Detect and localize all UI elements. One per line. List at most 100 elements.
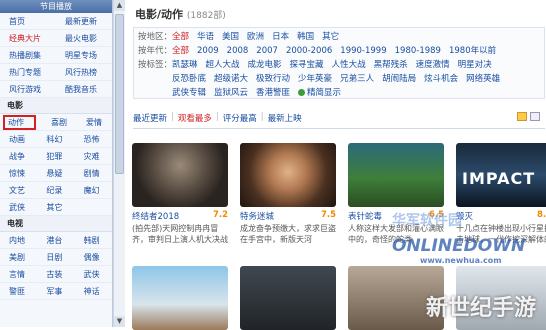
movie-title[interactable]: 终结者2018 — [132, 210, 179, 222]
filter-option[interactable]: 极致行动 — [256, 72, 290, 86]
filter-option[interactable]: 明星对决 — [458, 58, 492, 72]
filter-option[interactable]: 炫斗机会 — [424, 72, 458, 86]
movie-genre-link[interactable]: 剧情 — [75, 168, 112, 179]
filter-option[interactable]: 探寻宝藏 — [290, 58, 324, 72]
tv-genre-link[interactable]: 日剧 — [37, 252, 74, 263]
filter-option[interactable]: 全部 — [172, 30, 189, 44]
movie-card[interactable] — [456, 266, 546, 330]
movie-poster[interactable] — [240, 266, 336, 330]
movie-card[interactable] — [240, 266, 336, 330]
filter-option[interactable]: 1980-1989 — [395, 44, 441, 58]
movie-poster[interactable] — [132, 143, 228, 207]
movie-genre-link[interactable]: 科幻 — [37, 134, 74, 145]
movie-title[interactable]: 特务迷城 — [240, 210, 274, 222]
filter-option[interactable]: 日本 — [272, 30, 289, 44]
filter-option[interactable]: 1990-1999 — [340, 44, 386, 58]
tab-3[interactable]: 最新上映 — [268, 112, 302, 124]
movie-genre-link[interactable]: 魔幻 — [75, 185, 112, 196]
movie-genre-link[interactable]: 犯罪 — [37, 151, 74, 162]
filter-option[interactable]: 美国 — [222, 30, 239, 44]
filter-option[interactable]: 速度激情 — [416, 58, 450, 72]
filter-option[interactable]: 全部 — [172, 44, 189, 58]
scroll-thumb[interactable] — [115, 14, 124, 174]
movie-genre-link[interactable]: 爱情 — [77, 117, 112, 128]
movie-genre-link[interactable]: 动作 — [3, 114, 36, 130]
filter-option[interactable]: 2008 — [227, 44, 249, 58]
filter-option[interactable]: 2009 — [197, 44, 219, 58]
filter-option[interactable]: 2007 — [256, 44, 278, 58]
sidebar-link[interactable]: 风行游戏 — [0, 84, 56, 95]
sidebar-link[interactable]: 经典大片 — [0, 33, 56, 44]
movie-poster[interactable] — [132, 266, 228, 330]
movie-poster[interactable] — [456, 266, 546, 330]
movie-poster[interactable] — [240, 143, 336, 207]
filter-option[interactable]: 1980年以前 — [449, 44, 496, 58]
sidebar-link[interactable]: 明星专场 — [56, 50, 112, 61]
filter-option[interactable]: 兄弟三人 — [340, 72, 374, 86]
filter-option[interactable]: 胡闹陆局 — [382, 72, 416, 86]
tv-genre-link[interactable]: 内地 — [0, 235, 37, 246]
movie-genre-link[interactable]: 灾难 — [75, 151, 112, 162]
movie-card[interactable]: 终结者2018 7.2 (拍先部)天网控制冉冉冒齐，审判日上演人机大决战 — [132, 143, 228, 245]
tv-genre-link[interactable]: 军事 — [37, 286, 74, 297]
filter-option[interactable]: 监狱风云 — [214, 86, 248, 100]
movie-card[interactable]: 特务迷城 7.5 成龙奋争预缴大，求求巨盗在手宫中，新版天河 — [240, 143, 336, 245]
filter-option[interactable]: 超级诺大 — [214, 72, 248, 86]
grid-view-icon[interactable] — [517, 112, 527, 121]
filter-option[interactable]: 武侠专辑 — [172, 86, 206, 100]
filter-option[interactable]: 凯瑟琳 — [172, 58, 198, 72]
scroll-down-arrow-icon[interactable]: ▼ — [114, 316, 125, 327]
filter-option[interactable]: 反恐卧底 — [172, 72, 206, 86]
filter-option[interactable]: 欧洲 — [247, 30, 264, 44]
tv-genre-link[interactable]: 神话 — [75, 286, 112, 297]
movie-poster[interactable] — [348, 143, 444, 207]
filter-option[interactable]: 韩国 — [297, 30, 314, 44]
tv-genre-link[interactable]: 偶像 — [75, 252, 112, 263]
sidebar-link[interactable]: 风行热榜 — [56, 67, 112, 78]
movie-poster[interactable] — [348, 266, 444, 330]
filter-option[interactable]: 成龙电影 — [248, 58, 282, 72]
movie-card[interactable] — [348, 266, 444, 330]
movie-genre-link[interactable]: 恐怖 — [75, 134, 112, 145]
sidebar-link[interactable]: 最新更新 — [56, 16, 112, 27]
movie-genre-link[interactable]: 战争 — [0, 151, 37, 162]
filter-option[interactable]: 其它 — [322, 30, 339, 44]
movie-title[interactable]: 毁灭 — [456, 210, 473, 222]
movie-card[interactable]: IMPACT 毁灭 8.2 十几点在钟楼出现小行星撞击地球，一代作挖深解体的 — [456, 143, 546, 245]
movie-genre-link[interactable]: 喜剧 — [42, 117, 77, 128]
filter-option[interactable]: 香港警匪 — [256, 86, 290, 100]
movie-genre-link[interactable]: 悬疑 — [37, 168, 74, 179]
sidebar-link[interactable]: 热门专题 — [0, 67, 56, 78]
movie-genre-link[interactable]: 纪录 — [37, 185, 74, 196]
filter-option[interactable]: 网络英雄 — [466, 72, 500, 86]
movie-genre-link[interactable]: 其它 — [37, 202, 74, 213]
movie-genre-link[interactable]: 武侠 — [0, 202, 37, 213]
sidebar-link[interactable]: 首页 — [0, 16, 56, 27]
movie-card[interactable] — [132, 266, 228, 330]
filter-option[interactable]: 超人大战 — [206, 58, 240, 72]
list-view-icon[interactable] — [530, 112, 540, 121]
tv-genre-link[interactable]: 古装 — [37, 269, 74, 280]
movie-card[interactable]: 表针蛇毒 6.5 人称这样大发部和灌心满眼中的，奇怪的蛇类 — [348, 143, 444, 245]
sidebar-link[interactable]: 酷我音乐 — [56, 84, 112, 95]
sidebar-scrollbar[interactable]: ▲ ▼ — [113, 0, 125, 327]
movie-genre-link[interactable]: 文艺 — [0, 185, 37, 196]
tv-genre-link[interactable]: 港台 — [37, 235, 74, 246]
tv-genre-link[interactable]: 韩剧 — [75, 235, 112, 246]
movie-genre-link[interactable]: 动画 — [0, 134, 37, 145]
movie-poster[interactable]: IMPACT — [456, 143, 546, 207]
scroll-up-arrow-icon[interactable]: ▲ — [114, 0, 125, 11]
filter-option[interactable]: 华语 — [197, 30, 214, 44]
filter-option[interactable]: 黑帮残杀 — [374, 58, 408, 72]
tv-genre-link[interactable]: 武侠 — [75, 269, 112, 280]
tv-genre-link[interactable]: 言情 — [0, 269, 37, 280]
filter-option[interactable]: 2000-2006 — [286, 44, 332, 58]
tab-2[interactable]: 评分最高 — [223, 112, 257, 124]
sidebar-link[interactable]: 热播剧集 — [0, 50, 56, 61]
tab-0[interactable]: 最近更新 — [133, 112, 167, 124]
sidebar-link[interactable]: 最火电影 — [56, 33, 112, 44]
filter-option[interactable]: 人性大战 — [332, 58, 366, 72]
filter-option[interactable]: 精简显示 — [298, 86, 341, 100]
tv-genre-link[interactable]: 美剧 — [0, 252, 37, 263]
movie-title[interactable]: 表针蛇毒 — [348, 210, 382, 222]
